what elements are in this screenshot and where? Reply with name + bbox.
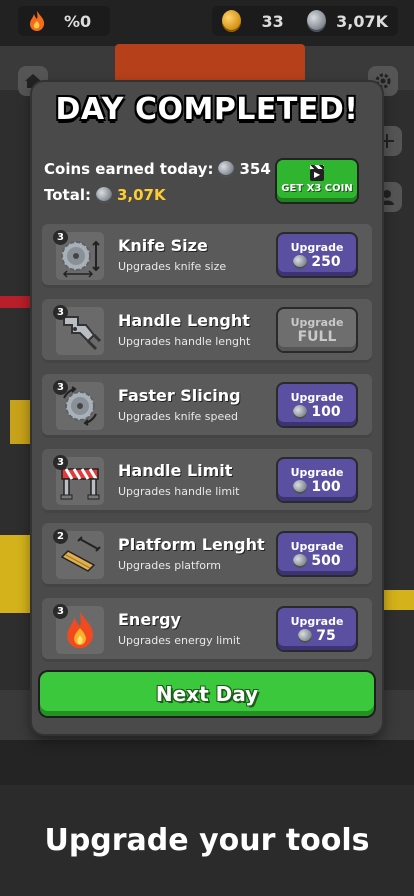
upgrade-cost: 250 bbox=[293, 253, 341, 270]
upgrade-cost: 75 bbox=[298, 627, 336, 644]
silver-coin-icon bbox=[293, 479, 308, 494]
upgrade-card-handle-limit: 3 Handle Limit Upgrades handle limit Upg… bbox=[42, 449, 372, 513]
upgrade-button-label: Upgrade bbox=[290, 390, 344, 404]
clapperboard-icon bbox=[310, 164, 324, 181]
silver-coin-icon bbox=[218, 161, 235, 177]
upgrade-cost-value: 100 bbox=[311, 403, 341, 420]
upgrade-description: Upgrades energy limit bbox=[118, 634, 241, 647]
coins-earned-value: 354 bbox=[239, 160, 271, 178]
level-badge: 3 bbox=[53, 305, 68, 320]
level-badge: 3 bbox=[53, 455, 68, 470]
upgrade-card-handle-lenght: 3 Handle Lenght Upgrades handle lenght U… bbox=[42, 299, 372, 363]
total-label: Total: bbox=[44, 186, 91, 204]
upgrade-description: Upgrades platform bbox=[118, 559, 221, 572]
footer-caption: Upgrade your tools bbox=[44, 823, 370, 858]
gold-coin-icon bbox=[222, 10, 242, 32]
level-badge: 3 bbox=[53, 230, 68, 245]
upgrade-description: Upgrades handle lenght bbox=[118, 335, 251, 348]
upgrade-button-label: Upgrade bbox=[290, 240, 344, 254]
next-day-button[interactable]: Next Day bbox=[40, 672, 374, 716]
promo-footer: Upgrade your tools bbox=[0, 785, 414, 896]
upgrade-button-label: Upgrade bbox=[290, 539, 344, 553]
silver-coin-icon bbox=[306, 10, 327, 32]
upgrade-cost: 100 bbox=[293, 403, 341, 420]
upgrade-button-platform-lenght[interactable]: Upgrade 500 bbox=[278, 533, 356, 575]
flame-icon bbox=[28, 10, 46, 32]
upgrade-cost: 500 bbox=[293, 552, 341, 569]
gold-coin-count: 33 bbox=[261, 11, 284, 31]
total-coins-row: Total: 3,07K bbox=[44, 186, 166, 204]
upgrade-button-faster-slicing[interactable]: Upgrade 100 bbox=[278, 384, 356, 426]
silver-coin-icon bbox=[293, 553, 308, 568]
upgrade-card-knife-size: 3 Knife Size Upgrades knife size Upgrade… bbox=[42, 224, 372, 288]
upgrade-button-label: Upgrade bbox=[290, 614, 344, 628]
upgrade-cost-value: 500 bbox=[311, 552, 341, 569]
upgrade-description: Upgrades knife size bbox=[118, 260, 227, 273]
upgrade-cost-value: 75 bbox=[316, 627, 336, 644]
silver-coin-icon bbox=[298, 628, 313, 643]
upgrade-cost-value: 100 bbox=[311, 478, 341, 495]
upgrade-button-energy[interactable]: Upgrade 75 bbox=[278, 608, 356, 650]
upgrade-cost: 100 bbox=[293, 478, 341, 495]
silver-coin-icon bbox=[293, 404, 308, 419]
total-value: 3,07K bbox=[116, 186, 166, 204]
silver-coin-count: 3,07K bbox=[336, 11, 388, 31]
level-badge: 3 bbox=[53, 604, 68, 619]
upgrade-button-label: Upgrade bbox=[290, 315, 344, 329]
upgrade-name: Faster Slicing bbox=[118, 386, 241, 405]
get-x3-coin-label: GET X3 COIN bbox=[281, 182, 353, 194]
upgrade-button-handle-limit[interactable]: Upgrade 100 bbox=[278, 459, 356, 501]
upgrade-card-energy: 3 Energy Upgrades energy limit Upgrade 7… bbox=[42, 598, 372, 662]
upgrade-cost-value: FULL bbox=[297, 328, 337, 345]
coins-earned-label: Coins earned today: bbox=[44, 160, 214, 178]
upgrade-cost: FULL bbox=[298, 329, 337, 345]
silver-coin-icon bbox=[95, 187, 112, 203]
get-x3-coin-button[interactable]: GET X3 COIN bbox=[277, 160, 357, 202]
upgrade-name: Knife Size bbox=[118, 236, 208, 255]
energy-value: %0 bbox=[64, 11, 92, 31]
upgrade-name: Handle Limit bbox=[118, 461, 233, 480]
energy-hud: %0 bbox=[18, 6, 110, 36]
upgrade-button-knife-size[interactable]: Upgrade 250 bbox=[278, 234, 356, 276]
level-badge: 2 bbox=[53, 529, 68, 544]
modal-title: DAY COMPLETED! bbox=[55, 92, 359, 127]
upgrade-cost-value: 250 bbox=[311, 253, 341, 270]
coins-earned-row: Coins earned today: 354 bbox=[44, 160, 271, 178]
upgrade-name: Energy bbox=[118, 610, 181, 629]
upgrade-button-label: Upgrade bbox=[290, 465, 344, 479]
upgrade-card-platform-lenght: 2 Platform Lenght Upgrades platform Upgr… bbox=[42, 523, 372, 587]
level-badge: 3 bbox=[53, 380, 68, 395]
silver-coin-icon bbox=[293, 254, 308, 269]
upgrade-description: Upgrades handle limit bbox=[118, 485, 240, 498]
currency-hud: 33 3,07K bbox=[212, 6, 398, 36]
upgrade-card-faster-slicing: 3 Faster Slicing Upgrades knife speed Up… bbox=[42, 374, 372, 438]
upgrade-description: Upgrades knife speed bbox=[118, 410, 239, 423]
upgrade-name: Handle Lenght bbox=[118, 311, 250, 330]
upgrade-name: Platform Lenght bbox=[118, 535, 265, 554]
upgrade-button-handle-lenght[interactable]: Upgrade FULL bbox=[278, 309, 356, 351]
day-completed-modal: DAY COMPLETED! Coins earned today: 354 T… bbox=[32, 82, 382, 734]
